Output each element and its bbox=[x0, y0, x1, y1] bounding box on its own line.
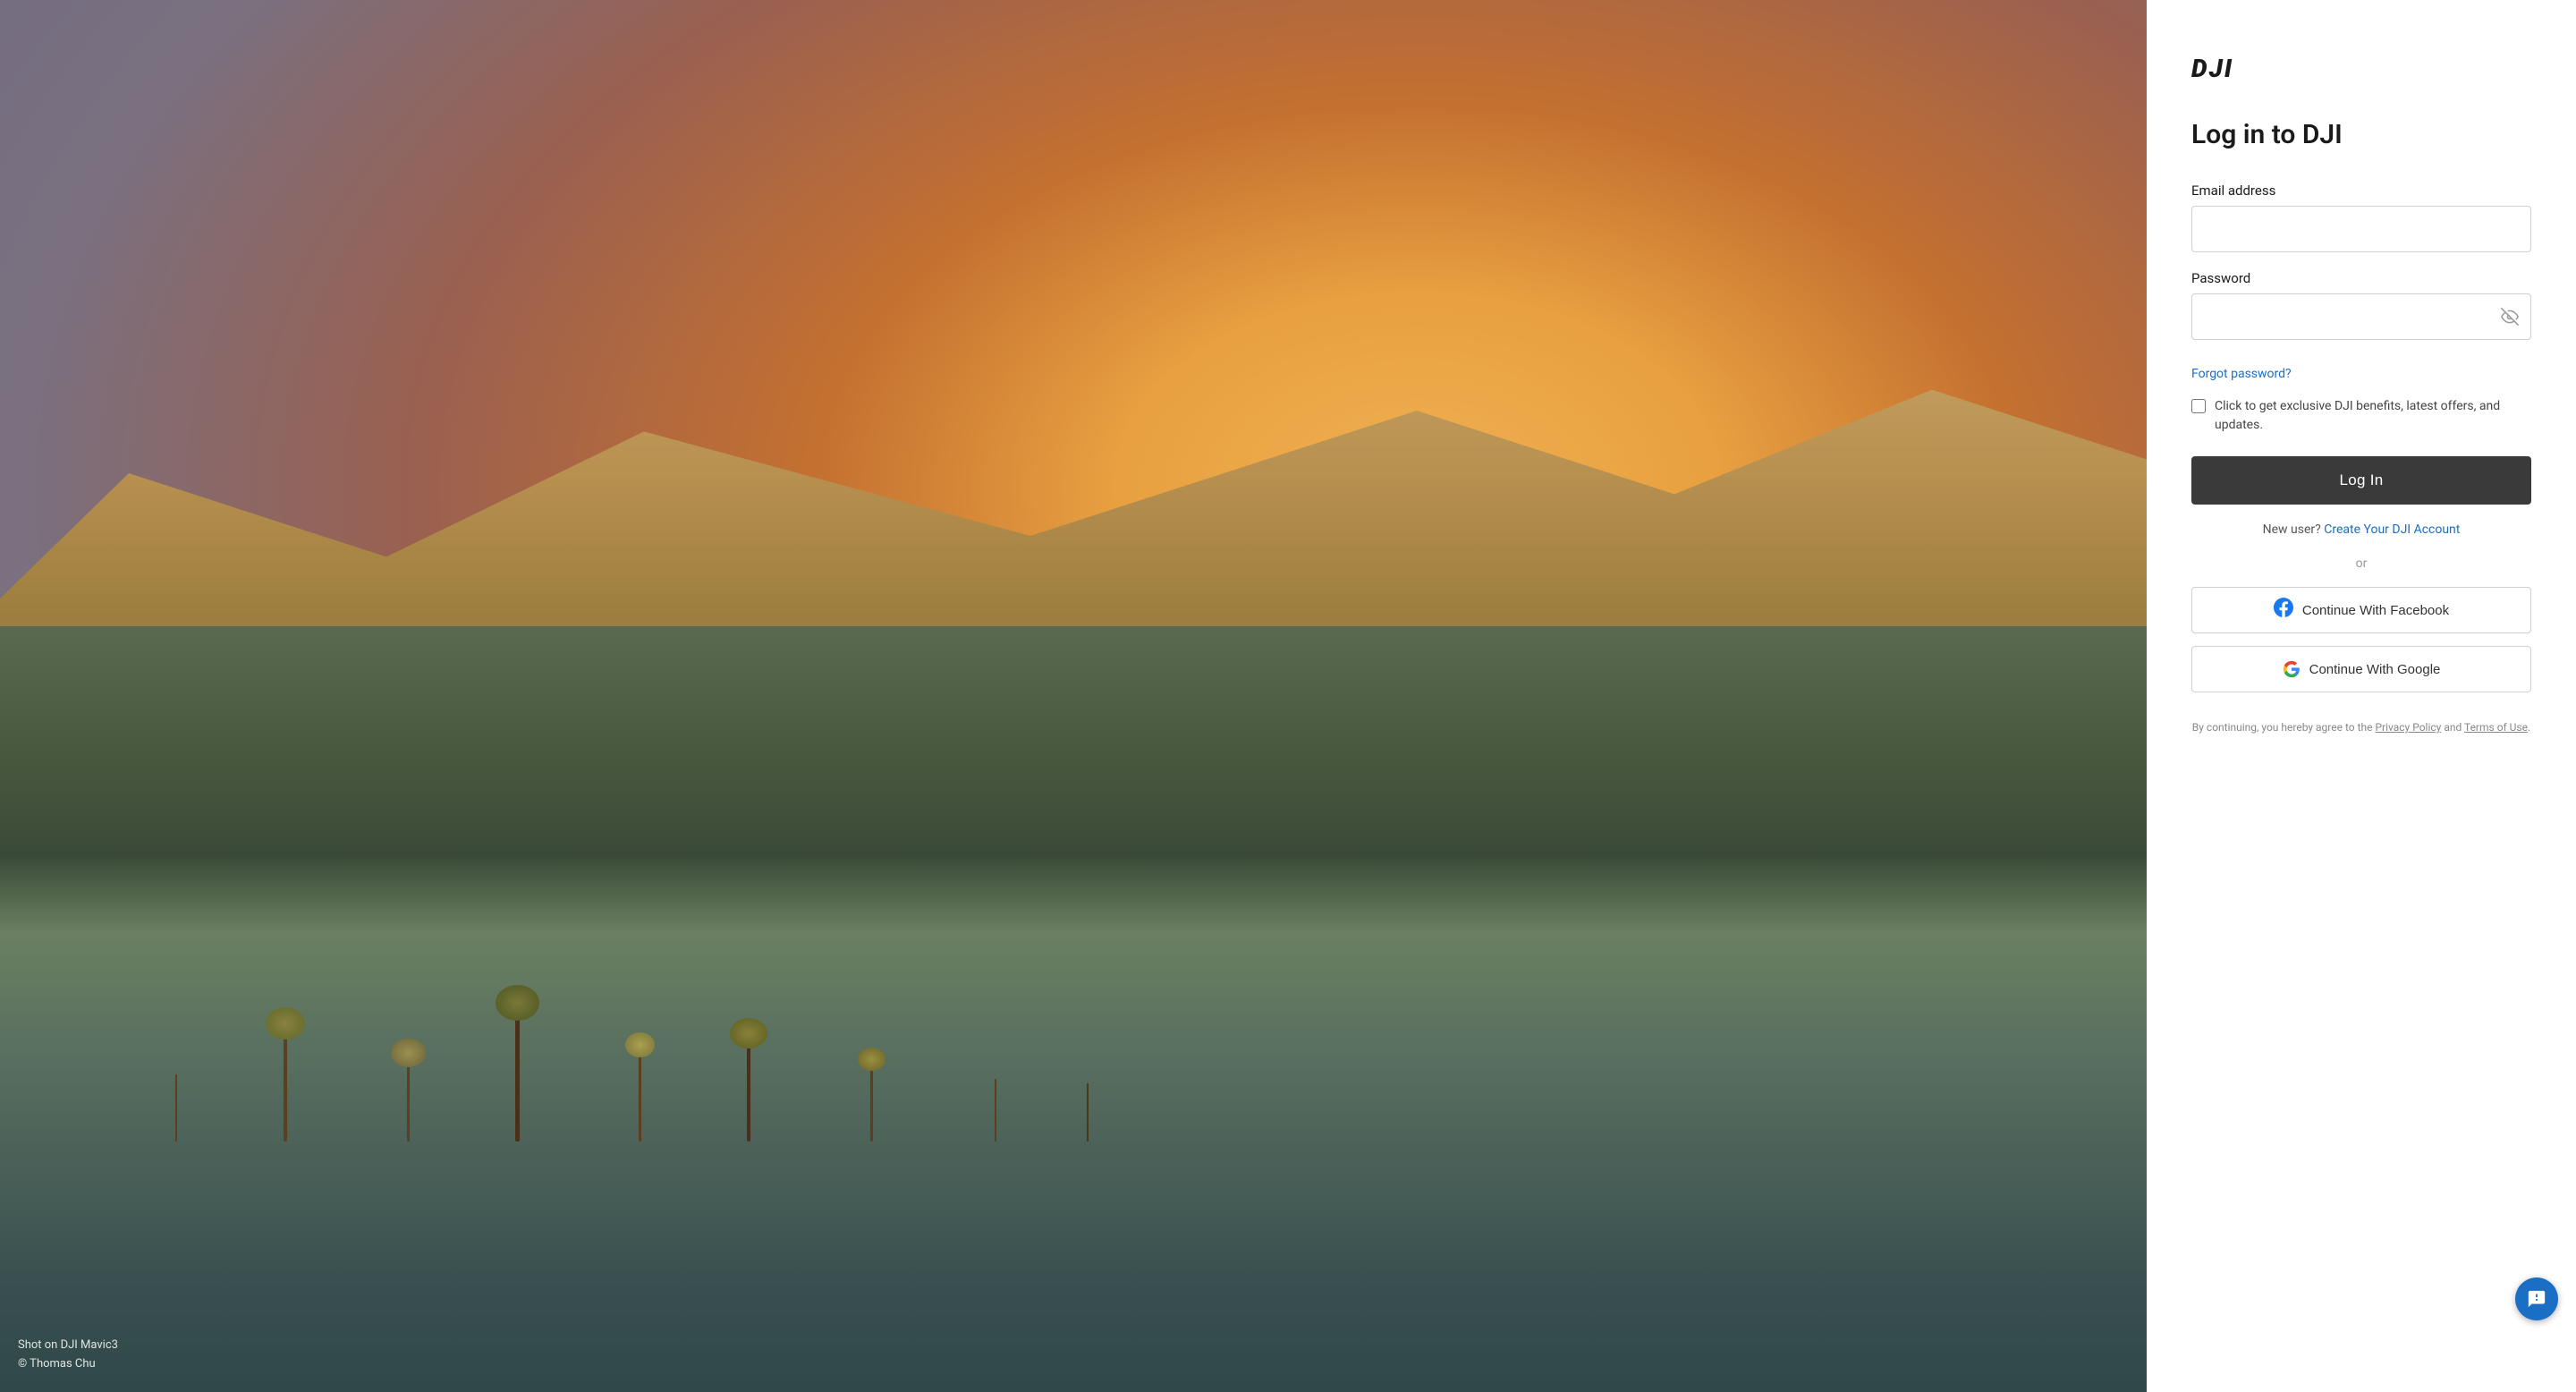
terms-of-use-link[interactable]: Terms of Use bbox=[2464, 721, 2528, 734]
password-wrapper bbox=[2191, 293, 2531, 340]
password-visibility-toggle[interactable] bbox=[2501, 308, 2519, 326]
login-button[interactable]: Log In bbox=[2191, 456, 2531, 505]
marketing-checkbox-row: Click to get exclusive DJI benefits, lat… bbox=[2191, 397, 2531, 435]
create-account-link[interactable]: Create Your DJI Account bbox=[2324, 522, 2460, 537]
facebook-login-button[interactable]: Continue With Facebook bbox=[2191, 587, 2531, 633]
terms-prefix: By continuing, you hereby agree to the bbox=[2192, 721, 2373, 734]
eye-slash-icon bbox=[2501, 308, 2519, 326]
new-user-text: New user? bbox=[2263, 522, 2321, 537]
privacy-policy-link[interactable]: Privacy Policy bbox=[2375, 721, 2441, 734]
password-input[interactable] bbox=[2191, 293, 2531, 340]
marketing-checkbox-label[interactable]: Click to get exclusive DJI benefits, lat… bbox=[2215, 397, 2531, 435]
email-label: Email address bbox=[2191, 182, 2531, 199]
google-button-label: Continue With Google bbox=[2309, 662, 2441, 677]
google-svg-icon bbox=[2283, 660, 2301, 678]
or-divider: or bbox=[2191, 556, 2531, 571]
password-label: Password bbox=[2191, 270, 2531, 286]
terms-and: and bbox=[2444, 721, 2464, 734]
email-group: Email address bbox=[2191, 182, 2531, 252]
google-login-button[interactable]: Continue With Google bbox=[2191, 646, 2531, 692]
dji-logo: DJI bbox=[2191, 54, 2531, 83]
new-user-row: New user? Create Your DJI Account bbox=[2191, 522, 2531, 537]
login-panel: DJI Log in to DJI Email address Password… bbox=[2147, 0, 2576, 1392]
support-bubble[interactable] bbox=[2515, 1277, 2558, 1320]
support-icon bbox=[2527, 1289, 2546, 1309]
facebook-svg-icon bbox=[2274, 598, 2293, 617]
page-title: Log in to DJI bbox=[2191, 119, 2531, 150]
forgot-password-link[interactable]: Forgot password? bbox=[2191, 367, 2531, 381]
photo-credit: Shot on DJI Mavic3 © Thomas Chu bbox=[18, 1337, 118, 1374]
password-group: Password bbox=[2191, 270, 2531, 340]
terms-text: By continuing, you hereby agree to the P… bbox=[2191, 719, 2531, 736]
google-icon bbox=[2283, 660, 2301, 678]
facebook-button-label: Continue With Facebook bbox=[2302, 603, 2449, 618]
facebook-icon bbox=[2274, 598, 2293, 623]
email-input[interactable] bbox=[2191, 206, 2531, 252]
marketing-checkbox[interactable] bbox=[2191, 399, 2206, 413]
